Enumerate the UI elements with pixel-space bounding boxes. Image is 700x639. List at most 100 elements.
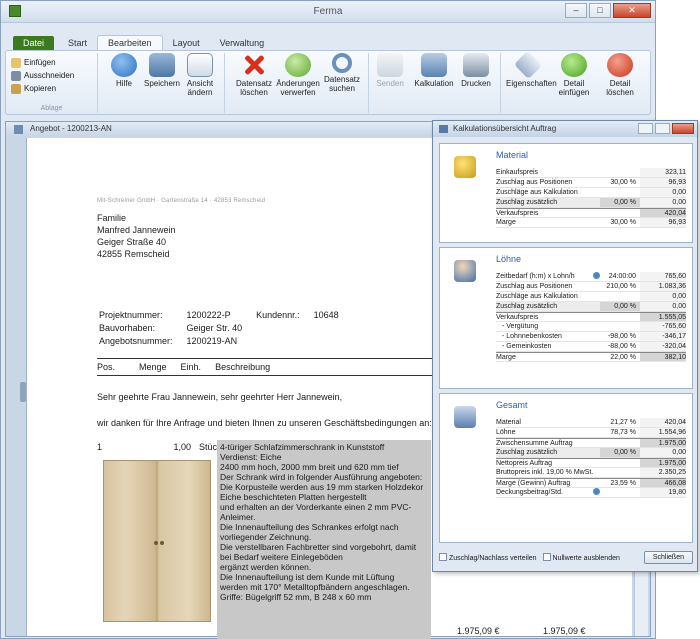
tab-layout[interactable]: Layout — [163, 36, 210, 50]
search-record-button[interactable]: Datensatz suchen — [320, 53, 364, 93]
calc-row: Deckungsbeitrag/Std. 19,80 — [496, 488, 686, 498]
calc-row: Zuschlag aus Positionen 210,00 % 1.083,36 — [496, 282, 686, 292]
close-button[interactable]: ✕ — [613, 3, 651, 18]
calc-row-percent: 30,00 % — [610, 179, 636, 186]
discard-changes-button[interactable]: Änderungen verwerfen — [276, 53, 320, 97]
maximize-button[interactable]: □ — [589, 3, 611, 18]
material-calc: Einkaufspreis 323,11 Zuschlag aus Position… — [496, 168, 686, 228]
calc-row-value: 466,08 — [640, 479, 686, 487]
tab-bearbeiten[interactable]: Bearbeiten — [97, 35, 163, 50]
delete-detail-button[interactable]: Detail löschen — [598, 53, 642, 97]
position-description[interactable]: 4-türiger Schlafzimmerschrank in Kunstst… — [217, 440, 431, 639]
minus-icon — [607, 53, 633, 77]
title-bar: Ferma – □ ✕ — [1, 1, 655, 23]
labor-section: Löhne Zeitbedarf (h:m) x Lohn/h 24:00:00 7… — [439, 247, 693, 389]
calc-row: Marge 22,00 % 382,10 — [496, 352, 686, 362]
calc-row-label: Einkaufspreis — [496, 169, 539, 176]
calc-row-value: 0,00 — [640, 448, 686, 457]
dialog-footer: Zuschlag/Nachlass verteilen Nullwerte au… — [439, 549, 693, 565]
hide-zero-checkbox[interactable]: Nullwerte ausblenden — [542, 552, 620, 562]
delete-record-button[interactable]: Datensatz löschen — [232, 53, 276, 97]
unit-price: 1.975,09 € — [457, 626, 500, 636]
clipboard-group: Einfügen Ausschneiden Kopieren Ablage — [6, 53, 98, 113]
paste-button[interactable]: Einfügen — [11, 56, 97, 69]
calc-row-percent[interactable]: 0,00 % — [600, 448, 640, 457]
calculation-button[interactable]: Kalkulation — [412, 53, 456, 88]
calc-row: Zuschlag zusätzlich 0,00 % 0,00 — [496, 448, 686, 458]
calc-row-percent — [600, 292, 640, 301]
view-button[interactable]: Ansicht ändern — [178, 53, 222, 97]
calc-row-value: 1.975,00 — [640, 439, 686, 447]
calc-row-percent — [600, 488, 640, 497]
view-icon — [187, 53, 213, 77]
properties-button[interactable]: Eigenschaften — [506, 50, 557, 88]
calc-row-label: Zuschlag zusätzlich — [496, 198, 600, 207]
calc-row-value: 420,04 — [640, 418, 686, 427]
ribbon-tabs: Datei Start Bearbeiten Layout Verwaltung — [1, 34, 655, 50]
calc-row-label: Marge — [496, 219, 516, 226]
calc-row: Verkaufspreis 420,04 — [496, 208, 686, 218]
calc-row: Verkaufspreis 1.555,05 — [496, 312, 686, 322]
document-meta: Projektnummer: 1200222-P Kundennr.: 10648 B… — [99, 310, 339, 346]
labor-title: Löhne — [496, 254, 522, 264]
info-icon[interactable] — [593, 272, 600, 279]
calc-row-percent: -98,00 % — [607, 333, 636, 340]
copy-icon — [11, 83, 21, 94]
cut-button[interactable]: Ausschneiden — [11, 69, 97, 82]
calc-row-label: Verkaufspreis — [496, 210, 539, 217]
calc-row-percent — [600, 468, 640, 477]
clipboard-group-label: Ablage — [40, 105, 63, 112]
recipient-address: Familie Manfred Jannewein Geiger Straße … — [97, 213, 176, 259]
dialog-maximize-button[interactable] — [655, 123, 670, 134]
calc-row: Löhne 78,73 % 1.554,96 — [496, 428, 686, 438]
printer-icon — [463, 53, 489, 77]
calc-row: Marge 30,00 % 96,93 — [496, 218, 686, 228]
distribute-checkbox[interactable]: Zuschlag/Nachlass verteilen — [439, 552, 537, 562]
calc-row-label: - Gemeinkosten — [502, 343, 552, 350]
calc-row-value: 323,11 — [640, 168, 686, 177]
calc-row-value: 420,04 — [640, 209, 686, 217]
calculation-dialog: Kalkulationsübersicht Auftrag Material E… — [432, 120, 698, 572]
calc-row-label: Zuschlag aus Positionen — [496, 283, 573, 290]
document-stack-icon — [454, 406, 476, 428]
dialog-minimize-button[interactable] — [638, 123, 653, 134]
scissors-icon — [11, 70, 21, 81]
calc-row-value: 1.555,05 — [640, 313, 686, 321]
minimize-button[interactable]: – — [565, 3, 587, 18]
calc-row-percent[interactable]: 0,00 % — [600, 302, 640, 311]
send-button[interactable]: Senden — [368, 53, 412, 88]
insert-detail-button[interactable]: Detail einfügen — [552, 53, 596, 97]
calc-row-value: 1.083,36 — [640, 282, 686, 291]
tab-verwaltung[interactable]: Verwaltung — [210, 36, 275, 50]
calc-row: - Vergütung -765,60 — [496, 322, 686, 332]
calc-row-label: Bruttopreis inkl. 19,00 % MwSt. — [496, 469, 594, 476]
salutation: Sehr geehrte Frau Jannewein, sehr geehrt… — [97, 392, 343, 402]
calculator-icon — [421, 53, 447, 77]
calc-row-percent: 24:00:00 — [608, 273, 636, 280]
print-button[interactable]: Drucken — [454, 53, 498, 88]
window-title: Ferma — [313, 6, 343, 17]
intro-text: wir danken für Ihre Anfrage und bieten I… — [97, 418, 432, 428]
tab-datei[interactable]: Datei — [13, 36, 55, 50]
save-icon — [149, 53, 175, 77]
calc-row: Nettopreis Auftrag 1.975,00 — [496, 458, 686, 468]
calc-row-label: Marge (Gewinn) Auftrag — [496, 480, 571, 487]
tab-start[interactable]: Start — [58, 36, 97, 50]
sender-line: Mit-Schreiner GmbH · Gartenstraße 14 · 4… — [97, 198, 266, 204]
calc-row-value: 1.554,96 — [640, 428, 686, 437]
calc-row-label: Zuschläge aus Kalkulation — [496, 293, 578, 300]
total-price: 1.975,09 € — [543, 626, 586, 636]
dialog-close-icon[interactable] — [672, 123, 694, 134]
position-row[interactable]: 1 1,00 Stück — [97, 442, 225, 452]
calc-row: Material 21,27 % 420,04 — [496, 418, 686, 428]
copy-button[interactable]: Kopieren — [11, 82, 97, 95]
calc-row: Einkaufspreis 323,11 — [496, 168, 686, 178]
calc-row: Zuschläge aus Kalkulation 0,00 — [496, 188, 686, 198]
ribbon-separator — [224, 53, 225, 113]
calc-row-percent[interactable]: 0,00 % — [600, 198, 640, 207]
calc-row-percent — [600, 313, 640, 321]
info-icon[interactable] — [593, 488, 600, 495]
dialog-close-button[interactable]: Schließen — [643, 550, 693, 564]
undo-icon — [285, 53, 311, 77]
calc-row-value: 765,60 — [640, 272, 686, 281]
